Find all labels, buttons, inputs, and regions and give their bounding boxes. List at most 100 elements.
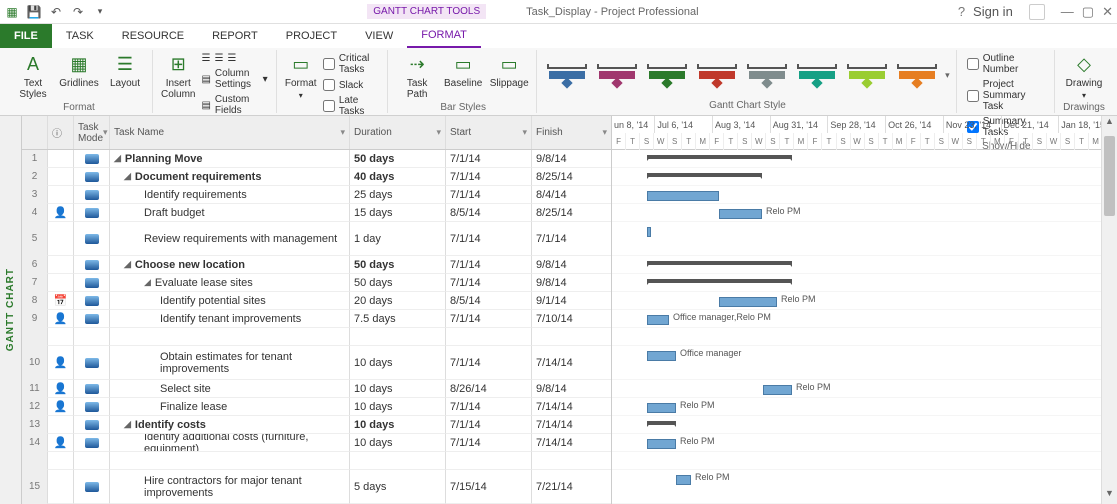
duration-cell[interactable]: 50 days (350, 274, 446, 292)
col-duration[interactable]: Duration▾ (350, 116, 446, 149)
save-icon[interactable]: 💾 (26, 4, 42, 20)
row-number[interactable]: 1 (22, 150, 48, 168)
summary-bar[interactable] (647, 421, 676, 425)
scroll-down-icon[interactable]: ▼ (1102, 488, 1117, 504)
table-row[interactable]: 7 ◢Evaluate lease sites 50 days 7/1/14 9… (22, 274, 611, 292)
timescale[interactable]: un 8, '14Jul 6, '14Aug 3, '14Aug 31, '14… (612, 116, 1117, 150)
gantt-style-swatch[interactable] (645, 64, 689, 87)
taskmode-cell[interactable] (74, 168, 110, 186)
gantt-style-swatch[interactable] (795, 64, 839, 87)
duration-cell[interactable]: 5 days (350, 470, 446, 504)
gantt-style-swatch[interactable] (595, 64, 639, 87)
finish-cell[interactable]: 7/14/14 (532, 346, 612, 380)
gantt-style-swatch[interactable] (895, 64, 939, 87)
col-finish[interactable]: Finish▾ (532, 116, 612, 149)
collapse-icon[interactable]: ◢ (124, 259, 131, 270)
text-styles-button[interactable]: AText Styles (12, 52, 54, 100)
tab-file[interactable]: FILE (0, 24, 52, 48)
tab-format[interactable]: FORMAT (407, 24, 481, 48)
taskmode-cell[interactable] (74, 310, 110, 328)
start-cell[interactable]: 7/1/14 (446, 398, 532, 416)
start-cell[interactable]: 7/1/14 (446, 434, 532, 452)
task-bar[interactable] (647, 403, 676, 413)
summary-bar[interactable] (647, 155, 792, 159)
finish-cell[interactable]: 9/8/14 (532, 274, 612, 292)
duration-cell[interactable]: 10 days (350, 434, 446, 452)
taskmode-cell[interactable] (74, 150, 110, 168)
taskname-cell[interactable]: Draft budget (110, 204, 350, 222)
collapse-icon[interactable]: ◢ (124, 419, 131, 430)
finish-cell[interactable]: 8/25/14 (532, 204, 612, 222)
custom-fields-button[interactable]: ▤Custom Fields (199, 93, 269, 117)
gantt-style-swatch[interactable] (545, 64, 589, 87)
taskmode-cell[interactable] (74, 186, 110, 204)
taskmode-cell[interactable] (74, 292, 110, 310)
scroll-up-icon[interactable]: ▲ (1102, 116, 1117, 132)
task-bar[interactable] (763, 385, 792, 395)
slippage-button[interactable]: ▭Slippage (488, 52, 530, 89)
sign-in-link[interactable]: Sign in (973, 4, 1013, 19)
table-row[interactable]: 15 Hire contractors for major tenant imp… (22, 470, 611, 504)
task-bar[interactable] (719, 297, 777, 307)
taskmode-cell[interactable] (74, 204, 110, 222)
task-path-button[interactable]: ⇢Task Path (396, 52, 438, 100)
redo-icon[interactable]: ↷ (70, 4, 86, 20)
start-cell[interactable]: 7/1/14 (446, 274, 532, 292)
duration-cell[interactable]: 10 days (350, 346, 446, 380)
start-cell[interactable]: 7/1/14 (446, 150, 532, 168)
tab-view[interactable]: VIEW (351, 24, 407, 48)
duration-cell[interactable]: 10 days (350, 398, 446, 416)
gridlines-button[interactable]: ▦Gridlines (58, 52, 100, 89)
row-number[interactable]: 6 (22, 256, 48, 274)
task-bar[interactable] (647, 315, 669, 325)
table-row[interactable]: 10 👤 Obtain estimates for tenant improve… (22, 346, 611, 380)
task-bar[interactable] (647, 227, 651, 237)
row-number[interactable]: 14 (22, 434, 48, 452)
taskmode-cell[interactable] (74, 470, 110, 504)
duration-cell[interactable]: 10 days (350, 416, 446, 434)
duration-cell[interactable]: 15 days (350, 204, 446, 222)
minimize-icon[interactable]: — (1061, 4, 1074, 19)
gantt-style-swatch[interactable] (695, 64, 739, 87)
table-row[interactable]: 11 👤 Select site 10 days 8/26/14 9/8/14 (22, 380, 611, 398)
finish-cell[interactable]: 7/14/14 (532, 434, 612, 452)
start-cell[interactable]: 7/1/14 (446, 310, 532, 328)
duration-cell[interactable]: 1 day (350, 222, 446, 256)
table-row[interactable]: 4 👤 Draft budget 15 days 8/5/14 8/25/14 (22, 204, 611, 222)
start-cell[interactable]: 7/1/14 (446, 168, 532, 186)
taskmode-cell[interactable] (74, 434, 110, 452)
task-bar[interactable] (719, 209, 762, 219)
row-number[interactable]: 11 (22, 380, 48, 398)
col-indicators[interactable]: ⓘ (48, 116, 74, 149)
row-number[interactable]: 8 (22, 292, 48, 310)
col-taskname[interactable]: Task Name▾ (110, 116, 350, 149)
taskname-cell[interactable]: Identify additional costs (furniture, eq… (110, 434, 350, 452)
layout-button[interactable]: ☰Layout (104, 52, 146, 89)
duration-cell[interactable]: 10 days (350, 380, 446, 398)
tab-resource[interactable]: RESOURCE (108, 24, 198, 48)
start-cell[interactable]: 7/1/14 (446, 222, 532, 256)
qat-dropdown-icon[interactable]: ▾ (92, 4, 108, 20)
row-number[interactable]: 15 (22, 470, 48, 504)
finish-cell[interactable]: 8/25/14 (532, 168, 612, 186)
taskmode-cell[interactable] (74, 380, 110, 398)
align-buttons[interactable]: ☰ ☰ ☰ (199, 52, 269, 65)
taskname-cell[interactable]: ◢Document requirements (110, 168, 350, 186)
row-number[interactable]: 4 (22, 204, 48, 222)
table-row[interactable]: 9 👤 Identify tenant improvements 7.5 day… (22, 310, 611, 328)
gallery-more-button[interactable]: ▾ (945, 70, 950, 81)
duration-cell[interactable]: 50 days (350, 256, 446, 274)
start-cell[interactable]: 7/1/14 (446, 186, 532, 204)
collapse-icon[interactable]: ◢ (144, 277, 151, 288)
finish-cell[interactable]: 8/4/14 (532, 186, 612, 204)
table-row[interactable]: 3 Identify requirements 25 days 7/1/14 8… (22, 186, 611, 204)
view-bar[interactable]: GANTT CHART (0, 116, 22, 504)
taskname-cell[interactable]: ◢Identify costs (110, 416, 350, 434)
undo-icon[interactable]: ↶ (48, 4, 64, 20)
task-bar[interactable] (647, 351, 676, 361)
taskname-cell[interactable]: ◢Evaluate lease sites (110, 274, 350, 292)
finish-cell[interactable]: 7/21/14 (532, 470, 612, 504)
taskname-cell[interactable]: Identify tenant improvements (110, 310, 350, 328)
drawing-button[interactable]: ◇Drawing▾ (1063, 52, 1105, 100)
row-number[interactable]: 3 (22, 186, 48, 204)
